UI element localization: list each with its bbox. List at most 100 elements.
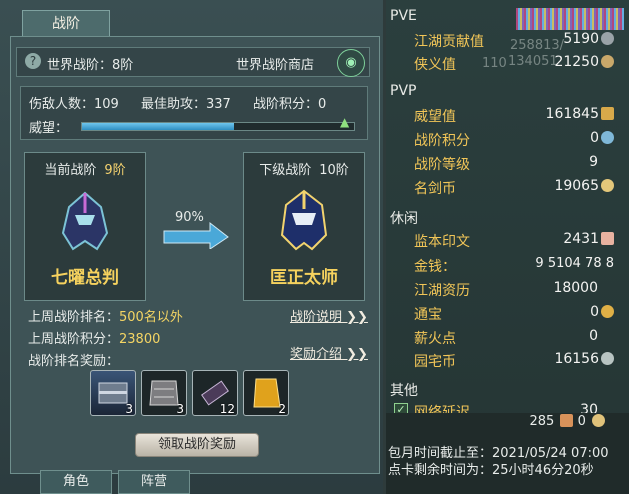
prestige-label: 威望： [29, 121, 69, 136]
world-rank-bar: ? 世界战阶：8阶 世界战阶商店 ◉ [16, 47, 370, 77]
stat-number: 2431 [563, 231, 599, 247]
help-icon[interactable]: ? [25, 53, 41, 69]
world-shop-label[interactable]: 世界战阶商店 [236, 54, 314, 73]
progress-arrow-icon [163, 221, 229, 249]
stat-value: 161845 [546, 106, 614, 122]
reward-intro-link[interactable]: 奖励介绍 ❯❯ [290, 343, 368, 362]
rank-explain-text: 战阶说明 [290, 310, 343, 325]
stat-number: 0 [590, 130, 599, 146]
map-pin-icon[interactable]: ◉ [337, 49, 365, 77]
currency-a: 285 [529, 414, 555, 429]
stat-label: 名剑币 [414, 181, 456, 197]
stat-label: 威望值 [414, 109, 456, 125]
stat-label: 园宅币 [414, 354, 456, 370]
attribute-panel: 258813/ 134051 110 PVE 江湖贡献值 5190 侠义值 21… [386, 0, 629, 494]
stat-value: 19065 [554, 178, 614, 194]
last-week-points-label: 上周战阶积分： [28, 332, 120, 347]
stat-number: 16156 [554, 351, 599, 367]
currency-b: 0 [577, 414, 586, 429]
stats-bar: 伤敌人数：109 最佳助攻：337 战阶积分：0 威望： ▲ [20, 86, 368, 140]
stat-row: 薪火点 0 [414, 328, 624, 348]
reward-intro-text: 奖励介绍 [290, 347, 343, 362]
reward-count: 2 [278, 402, 286, 416]
stat-value: 0 [590, 130, 614, 146]
reward-slot[interactable]: 3 [141, 370, 187, 416]
tab-camp[interactable]: 阵营 [118, 470, 190, 494]
stat-label: 江湖贡献值 [414, 34, 484, 50]
stat-value: 0 [589, 328, 598, 344]
section-pvp: PVP [390, 83, 417, 99]
stat-row: 金钱： 9 5104 78 8 [414, 256, 624, 276]
next-rank-title: 下级战阶 10阶 [244, 159, 364, 178]
coin-icon [601, 305, 614, 318]
section-other: 其他 [390, 383, 418, 399]
reward-slot[interactable]: 3 [90, 370, 136, 416]
stat-label: 战阶等级 [414, 157, 470, 173]
token-icon [601, 55, 614, 68]
stat-value: 0 [590, 304, 614, 320]
stat-number: 0 [590, 304, 599, 320]
stat-number: 19065 [554, 178, 599, 194]
ingot-icon [601, 32, 614, 45]
house-coin-icon [601, 352, 614, 365]
reward-count: 3 [125, 402, 133, 416]
last-week-rank: 上周战阶排名：500名以外 [28, 306, 183, 325]
stat-row: 战阶积分 0 [414, 130, 624, 150]
stat-value: 5190 [563, 31, 614, 47]
stat-value: 18000 [553, 280, 598, 296]
prestige-fill [82, 123, 235, 130]
rank-explain-link[interactable]: 战阶说明 ❯❯ [290, 306, 368, 325]
current-rank-box: 当前战阶 9阶 七曜总判 [24, 152, 146, 301]
stat-row: 江湖资历 18000 [414, 280, 624, 300]
stat-row: 通宝 0 [414, 304, 624, 324]
stat-number: 21250 [554, 54, 599, 70]
stat-label: 薪火点 [414, 331, 456, 347]
stat-row: 园宅币 16156 [414, 351, 624, 371]
threshold-marker-icon: ▲ [340, 115, 350, 129]
stat-row: 名剑币 19065 [414, 178, 624, 198]
boot-icon [560, 414, 574, 427]
currency-bar: 285 0 [386, 414, 629, 429]
last-week-rank-label: 上周战阶排名： [28, 310, 120, 325]
tab-battle-rank[interactable]: 战阶 [22, 10, 110, 37]
stat-value: 9 [589, 154, 598, 170]
double-chevron-icon: ❯❯ [342, 310, 368, 325]
reward-count: 12 [219, 402, 235, 416]
gem-icon [601, 131, 614, 144]
sword-coin-icon [601, 179, 614, 192]
claim-reward-button[interactable]: 领取战阶奖励 [135, 433, 259, 457]
last-week-points-value: 23800 [119, 332, 161, 347]
reward-label: 战阶排名奖励： [28, 354, 120, 369]
remaining-time: 点卡剩余时间为：25小时46分20秒 [388, 463, 594, 478]
points-stat: 战阶积分：0 [253, 97, 327, 112]
stat-value: 2431 [563, 231, 614, 247]
crowned-helmet-icon [280, 189, 328, 251]
money-value: 9 5104 78 8 [535, 256, 614, 271]
stat-label: 监本印文 [414, 234, 470, 250]
stat-label: 江湖资历 [414, 283, 470, 299]
stat-label: 战阶积分 [414, 133, 470, 149]
prestige-icon [601, 107, 614, 120]
last-week-rank-value: 500名以外 [119, 310, 183, 325]
reward-slot[interactable]: 12 [192, 370, 238, 416]
helmet-icon [61, 191, 109, 251]
stat-number: 5190 [563, 31, 599, 47]
reward-slot[interactable]: 2 [243, 370, 289, 416]
reward-count: 3 [176, 402, 184, 416]
world-rank-label: 世界战阶：8阶 [47, 58, 134, 73]
battle-rank-panel: 战阶 ? 世界战阶：8阶 世界战阶商店 ◉ 伤敌人数：109 最佳助攻：337 … [0, 0, 383, 494]
stat-row: 威望值 161845 [414, 106, 624, 126]
kills-stat: 伤敌人数：109 [29, 97, 119, 112]
stat-row: 侠义值 21250 [414, 54, 624, 74]
stat-value: 16156 [554, 351, 614, 367]
double-chevron-icon: ❯❯ [342, 347, 368, 362]
assist-stat: 最佳助攻：337 [141, 97, 231, 112]
stat-label: 通宝 [414, 307, 442, 323]
tab-character[interactable]: 角色 [40, 470, 112, 494]
current-rank-title: 当前战阶 9阶 [25, 159, 145, 178]
next-rank-level: 10阶 [319, 163, 349, 178]
last-week-points: 上周战阶积分：23800 [28, 328, 160, 347]
current-rank-name: 七曜总判 [51, 268, 119, 288]
stat-number: 161845 [545, 106, 599, 122]
next-rank-heading: 下级战阶 [259, 163, 312, 178]
